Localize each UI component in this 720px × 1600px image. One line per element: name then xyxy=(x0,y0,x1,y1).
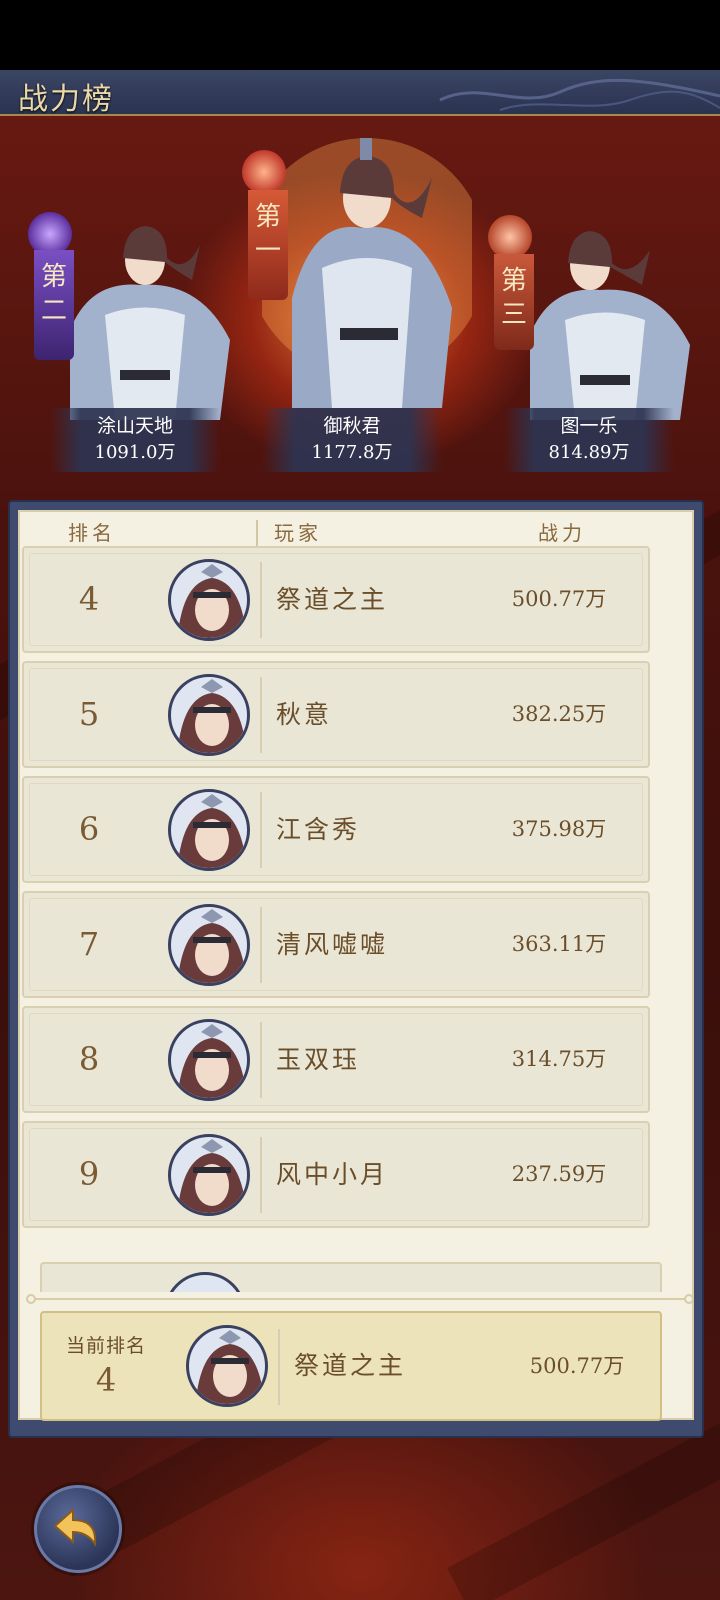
third-place-name: 图一乐 xyxy=(560,415,618,437)
rank-one-label: 第一 xyxy=(254,202,281,266)
row-divider xyxy=(260,677,262,753)
current-player-power: 500.77万 xyxy=(529,1354,625,1378)
first-place-character[interactable] xyxy=(262,138,472,408)
rank-two-banner: 第二 xyxy=(34,250,74,360)
player-name: 秋意 xyxy=(276,700,333,729)
avatar[interactable] xyxy=(168,1019,250,1101)
current-rank-label: 当前排名 xyxy=(65,1335,146,1357)
title-bar: 战力榜 xyxy=(0,70,720,117)
avatar[interactable] xyxy=(168,1134,250,1216)
list-item[interactable]: 8 玉双珏 314.75万 xyxy=(22,1006,650,1113)
player-power: 314.75万 xyxy=(511,1047,607,1071)
avatar[interactable] xyxy=(186,1325,268,1407)
first-place-plate[interactable]: 御秋君 1177.8万 xyxy=(262,408,442,472)
rank-number: 8 xyxy=(78,1040,100,1078)
second-place-character[interactable] xyxy=(50,220,240,420)
avatar[interactable] xyxy=(168,559,250,641)
player-name: 玉双珏 xyxy=(276,1045,361,1074)
divider-ornament xyxy=(684,1294,694,1304)
third-place-plate[interactable]: 图一乐 814.89万 xyxy=(504,408,674,472)
player-power: 375.98万 xyxy=(511,817,607,841)
player-power: 382.25万 xyxy=(511,702,607,726)
rank-one-banner: 第一 xyxy=(248,190,288,300)
row-divider xyxy=(260,907,262,983)
list-item[interactable]: 5 秋意 382.25万 xyxy=(22,661,650,768)
row-divider xyxy=(260,562,262,638)
player-power: 363.11万 xyxy=(511,932,607,956)
second-place-name: 涂山天地 xyxy=(96,415,173,437)
rank-number: 4 xyxy=(78,580,100,618)
current-rank-value: 4 xyxy=(95,1361,117,1399)
player-name: 祭道之主 xyxy=(276,585,389,614)
avatar[interactable] xyxy=(168,674,250,756)
row-divider xyxy=(278,1329,280,1405)
third-place-power: 814.89万 xyxy=(548,442,630,463)
first-place-name: 御秋君 xyxy=(323,415,381,437)
rank-number: 5 xyxy=(78,695,100,733)
avatar[interactable] xyxy=(168,789,250,871)
list-item[interactable]: 9 风中小月 237.59万 xyxy=(22,1121,650,1228)
current-rank-row[interactable]: 当前排名 4 祭道之主 500.77万 xyxy=(40,1311,662,1421)
third-place-character[interactable] xyxy=(510,225,700,420)
rank-three-banner: 第三 xyxy=(494,254,534,350)
cloud-swirl-decoration xyxy=(439,78,720,111)
player-power: 237.59万 xyxy=(511,1162,607,1186)
rank-three-label: 第三 xyxy=(500,266,527,330)
row-divider xyxy=(260,1022,262,1098)
second-place-power: 1091.0万 xyxy=(94,442,176,463)
divider-ornament xyxy=(26,1294,36,1304)
list-item-partial[interactable] xyxy=(40,1262,662,1292)
page-title: 战力榜 xyxy=(18,82,114,117)
rank-number: 9 xyxy=(78,1155,100,1193)
header-divider xyxy=(256,520,258,546)
list-item[interactable]: 6 江含秀 375.98万 xyxy=(22,776,650,883)
status-bar xyxy=(0,0,720,70)
rank-number: 6 xyxy=(78,810,100,848)
player-name: 江含秀 xyxy=(276,815,361,844)
list-item[interactable]: 7 清风嘘嘘 363.11万 xyxy=(22,891,650,998)
row-divider xyxy=(260,792,262,868)
second-place-plate[interactable]: 涂山天地 1091.0万 xyxy=(50,408,220,472)
rank-number: 7 xyxy=(78,925,100,963)
rank-three-emblem xyxy=(488,215,532,259)
row-divider xyxy=(260,1137,262,1213)
back-arrow-icon xyxy=(53,1507,97,1547)
back-button[interactable] xyxy=(34,1485,122,1573)
list-item[interactable]: 4 祭道之主 500.77万 xyxy=(22,546,650,653)
player-name: 风中小月 xyxy=(276,1160,389,1189)
first-place-power: 1177.8万 xyxy=(311,442,393,463)
avatar[interactable] xyxy=(168,904,250,986)
rank-two-label: 第二 xyxy=(40,262,67,326)
player-name: 清风嘘嘘 xyxy=(276,930,389,959)
rank-one-emblem xyxy=(242,150,286,194)
list-divider xyxy=(30,1298,690,1300)
player-power: 500.77万 xyxy=(511,587,607,611)
current-player-name: 祭道之主 xyxy=(294,1351,407,1380)
